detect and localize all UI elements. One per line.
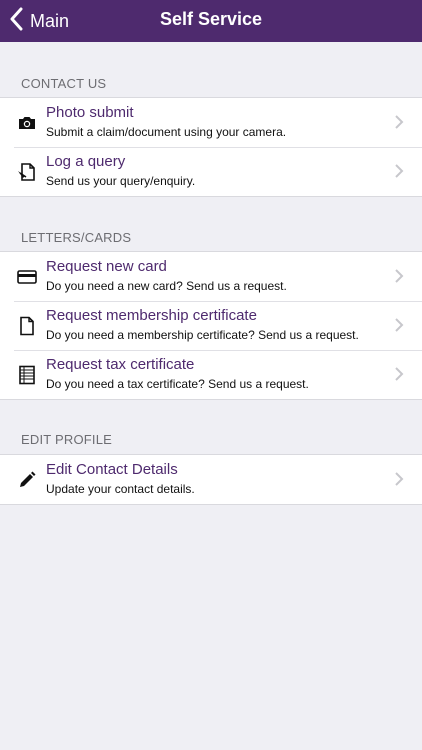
row-subtitle: Do you need a new card? Send us a reques… <box>46 279 287 293</box>
chevron-right-icon <box>394 471 404 487</box>
navigation-bar: Main Self Service <box>0 0 422 42</box>
row-subtitle: Update your contact details. <box>46 482 195 496</box>
row-edit-contact-details[interactable]: Edit Contact Details Update your contact… <box>0 455 422 504</box>
section-header-contact-us: CONTACT US <box>21 76 107 91</box>
row-subtitle: Send us your query/enquiry. <box>46 174 196 188</box>
chevron-right-icon <box>394 114 404 130</box>
document-icon <box>17 316 37 336</box>
group-edit-profile: Edit Contact Details Update your contact… <box>0 454 422 505</box>
row-title: Request tax certificate <box>46 356 195 373</box>
row-title: Photo submit <box>46 104 134 121</box>
group-contact-us: Photo submit Submit a claim/document usi… <box>0 97 422 197</box>
row-title: Request membership certificate <box>46 307 257 324</box>
section-header-letters-cards: LETTERS/CARDS <box>21 230 132 245</box>
query-document-icon <box>17 162 37 182</box>
row-title: Request new card <box>46 258 167 275</box>
spreadsheet-icon <box>17 365 37 385</box>
chevron-right-icon <box>394 317 404 333</box>
row-request-tax-certificate[interactable]: Request tax certificate Do you need a ta… <box>0 350 422 399</box>
pencil-icon <box>17 470 37 490</box>
camera-icon <box>17 113 37 133</box>
row-request-new-card[interactable]: Request new card Do you need a new card?… <box>0 252 422 301</box>
row-request-membership-certificate[interactable]: Request membership certificate Do you ne… <box>0 301 422 350</box>
group-letters-cards: Request new card Do you need a new card?… <box>0 251 422 400</box>
row-title: Log a query <box>46 153 126 170</box>
row-log-query[interactable]: Log a query Send us your query/enquiry. <box>0 147 422 196</box>
card-icon <box>17 267 37 287</box>
row-photo-submit[interactable]: Photo submit Submit a claim/document usi… <box>0 98 422 147</box>
chevron-right-icon <box>394 268 404 284</box>
row-subtitle: Do you need a membership certificate? Se… <box>46 328 359 342</box>
section-header-edit-profile: EDIT PROFILE <box>21 432 113 447</box>
chevron-right-icon <box>394 366 404 382</box>
row-subtitle: Submit a claim/document using your camer… <box>46 125 287 139</box>
chevron-right-icon <box>394 163 404 179</box>
row-title: Edit Contact Details <box>46 461 178 478</box>
row-subtitle: Do you need a tax certificate? Send us a… <box>46 377 309 391</box>
page-title: Self Service <box>159 9 263 29</box>
